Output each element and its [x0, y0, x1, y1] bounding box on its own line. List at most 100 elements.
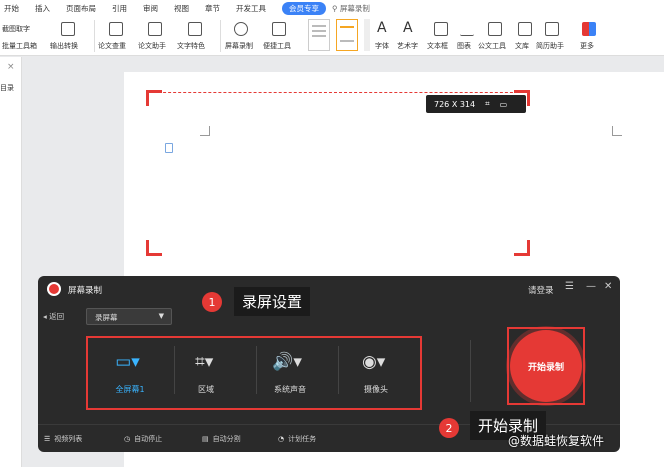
scheduled-task-button[interactable]: ◔ 计划任务 [278, 434, 316, 444]
template-thumb[interactable] [308, 19, 330, 51]
ribbon-divider [94, 20, 95, 52]
search-tab[interactable]: ⚲ 屏幕录制 [332, 3, 370, 14]
crop-icon[interactable]: ⌗ [485, 99, 490, 109]
timer-icon: ◔ [278, 435, 285, 443]
capture-corner[interactable] [146, 90, 162, 106]
crop-icon: ⌗▾ [195, 352, 214, 372]
outline-panel: × 目录 [0, 57, 22, 467]
minimize-icon[interactable]: — [586, 281, 596, 292]
watermark: @数据蛙恢复软件 [508, 434, 605, 448]
tab-vip[interactable]: 会员专享 [282, 1, 326, 15]
tab-insert[interactable]: 插入 [35, 3, 50, 14]
capture-size: 726 X 314 [434, 99, 476, 109]
auto-split-button[interactable]: ▤ 自动分割 [202, 434, 241, 444]
quick-tools-button[interactable]: 便捷工具 [263, 41, 291, 51]
template-thumb[interactable] [336, 19, 358, 51]
tab-review[interactable]: 审阅 [143, 3, 158, 14]
convert-icon [61, 22, 75, 36]
option-region[interactable]: ⌗▾ 区域 [166, 338, 246, 408]
tab-references[interactable]: 引用 [112, 3, 127, 14]
option-label: 区域 [198, 385, 214, 394]
option-fullscreen[interactable]: ▭▾ 全屏幕1 [90, 338, 170, 408]
doc-tools-button[interactable]: 公文工具 [478, 41, 506, 51]
footer-label: 计划任务 [288, 435, 317, 443]
list-icon: ☰ [44, 435, 51, 443]
monitor-icon[interactable]: ▭ [500, 100, 508, 109]
template-scroll[interactable] [364, 19, 370, 51]
callout-number-1: 1 [202, 292, 222, 312]
text-box-button[interactable]: 文本框 [427, 41, 448, 51]
auto-stop-button[interactable]: ◷ 自动停止 [124, 434, 162, 444]
ribbon: 截图取字 批量工具箱 输出转换 论文查重 论文助手 文字特色 屏幕录制 便捷工具… [0, 16, 664, 56]
library-button[interactable]: 文库 [515, 41, 529, 51]
ribbon-divider [220, 20, 221, 52]
capture-size-bar: 726 X 314 ⌗ ▭ [426, 95, 526, 113]
close-icon[interactable]: × [7, 62, 15, 72]
paper-check-icon [109, 22, 123, 36]
more-icon [582, 22, 596, 36]
paper-help-button[interactable]: 论文助手 [138, 41, 166, 51]
screen-record-icon [234, 22, 248, 36]
more-button[interactable]: 更多 [580, 41, 594, 51]
option-label: 摄像头 [364, 385, 388, 394]
option-label: 全屏幕1 [115, 385, 145, 394]
back-label: 返回 [49, 312, 65, 321]
tab-chapter[interactable]: 章节 [205, 3, 220, 14]
tab-developer[interactable]: 开发工具 [236, 3, 266, 14]
outline-label[interactable]: 目录 [0, 83, 14, 93]
paper-help-icon [148, 22, 162, 36]
option-camera[interactable]: ◉▾ 摄像头 [336, 338, 416, 408]
search-text: 屏幕录制 [339, 3, 370, 13]
mode-select[interactable]: 录屏幕 ▼ [86, 308, 172, 325]
resume-icon [545, 22, 559, 36]
footer-label: 视频列表 [54, 435, 83, 443]
footer-label: 自动分割 [212, 435, 241, 443]
record-logo-icon [47, 282, 61, 296]
font-icon: A [377, 20, 387, 36]
chevron-down-icon: ▼ [158, 312, 164, 320]
mode-value: 录屏幕 [95, 313, 118, 322]
convert-button[interactable]: 输出转换 [50, 41, 78, 51]
chart-button[interactable]: 图表 [457, 41, 471, 51]
text-feature-button[interactable]: 文字特色 [177, 41, 205, 51]
option-label: 系统声音 [274, 385, 306, 394]
art-text-icon: A [403, 20, 413, 36]
resume-button[interactable]: 简历助手 [536, 41, 564, 51]
doc-tools-icon [488, 22, 502, 36]
video-list-button[interactable]: ☰ 视频列表 [44, 434, 82, 444]
split-icon: ▤ [202, 435, 209, 443]
footer-label: 自动停止 [134, 435, 163, 443]
chart-icon [460, 22, 474, 36]
callout-number-2: 2 [439, 418, 459, 438]
divider [470, 340, 471, 402]
capture-region[interactable] [148, 92, 528, 254]
batch-tools-button[interactable]: 批量工具箱 [2, 41, 37, 51]
screenshot-button[interactable]: 截图取字 [2, 24, 30, 34]
back-button[interactable]: ◂ 返回 [43, 311, 64, 322]
speaker-icon: 🔊▾ [272, 352, 302, 372]
art-text-button[interactable]: 艺术字 [397, 41, 418, 51]
capture-corner[interactable] [514, 240, 530, 256]
start-record-button[interactable]: 开始录制 [510, 330, 582, 402]
camera-icon: ◉▾ [361, 352, 386, 372]
option-system-sound[interactable]: 🔊▾ 系统声音 [250, 338, 330, 408]
recorder-title: 屏幕录制 [68, 286, 103, 296]
search-icon: ⚲ [332, 3, 340, 13]
paper-check-button[interactable]: 论文查重 [98, 41, 126, 51]
text-feature-icon [188, 22, 202, 36]
capture-corner[interactable] [146, 240, 162, 256]
screen-record-button[interactable]: 屏幕录制 [225, 41, 253, 51]
clock-icon: ◷ [124, 435, 131, 443]
font-button[interactable]: 字体 [375, 41, 389, 51]
tab-view[interactable]: 视图 [174, 3, 189, 14]
close-icon[interactable]: ✕ [604, 281, 612, 292]
callout-settings: 录屏设置 [234, 287, 311, 316]
tab-home[interactable]: 开始 [4, 3, 19, 14]
menu-icon[interactable]: ☰ [565, 281, 574, 292]
quick-tools-icon [272, 22, 286, 36]
menu-tabs: 开始 插入 页面布局 引用 审阅 视图 章节 开发工具 会员专享 ⚲ 屏幕录制 [0, 0, 664, 16]
login-link[interactable]: 请登录 [528, 284, 554, 296]
tab-layout[interactable]: 页面布局 [66, 3, 96, 14]
monitor-icon: ▭▾ [115, 352, 140, 372]
page-corner-mark [612, 126, 622, 136]
